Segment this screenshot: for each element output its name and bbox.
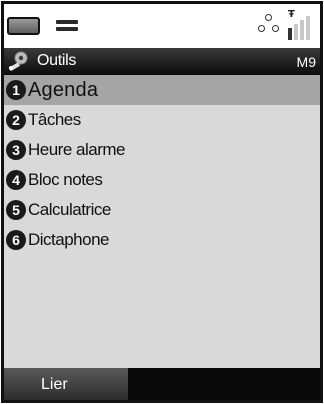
menu-item-heure-alarme[interactable]: 3 Heure alarme bbox=[4, 135, 320, 165]
title-bar: Outils M9 bbox=[4, 48, 320, 75]
status-bar: Ŧ bbox=[4, 4, 320, 48]
menu-number-badge: 1 bbox=[6, 80, 26, 100]
softkey-bar: Lier bbox=[4, 368, 320, 400]
menu-item-taches[interactable]: 2 Tâches bbox=[4, 105, 320, 135]
mode-indicator: M9 bbox=[296, 54, 316, 70]
connection-icon bbox=[258, 14, 280, 36]
page-title: Outils bbox=[37, 52, 77, 69]
softkey-left-button[interactable]: Lier bbox=[4, 368, 128, 400]
phone-screen: Ŧ Outils M9 1 Agenda 2 Tâches 3 Heure al… bbox=[1, 1, 323, 403]
menu-list: 1 Agenda 2 Tâches 3 Heure alarme 4 Bloc … bbox=[4, 75, 320, 255]
menu-item-label: Dictaphone bbox=[28, 230, 110, 249]
tools-icon bbox=[9, 51, 28, 71]
menu-item-calculatrice[interactable]: 5 Calculatrice bbox=[4, 195, 320, 225]
menu-item-label: Tâches bbox=[28, 110, 81, 129]
menu-item-dictaphone[interactable]: 6 Dictaphone bbox=[4, 225, 320, 255]
menu-number-badge: 4 bbox=[6, 170, 26, 190]
menu-item-label: Bloc notes bbox=[28, 170, 103, 189]
menu-number-badge: 6 bbox=[6, 230, 26, 250]
menu-item-label: Heure alarme bbox=[28, 140, 126, 159]
equalizer-icon bbox=[56, 19, 78, 33]
menu-number-badge: 3 bbox=[6, 140, 26, 160]
battery-icon bbox=[7, 17, 40, 35]
menu-item-label: Agenda bbox=[28, 78, 99, 101]
menu-number-badge: 5 bbox=[6, 200, 26, 220]
signal-strength-icon: Ŧ bbox=[285, 10, 317, 40]
menu-item-agenda[interactable]: 1 Agenda bbox=[4, 75, 320, 105]
menu-item-bloc-notes[interactable]: 4 Bloc notes bbox=[4, 165, 320, 195]
menu-number-badge: 2 bbox=[6, 110, 26, 130]
menu-item-label: Calculatrice bbox=[28, 200, 111, 219]
